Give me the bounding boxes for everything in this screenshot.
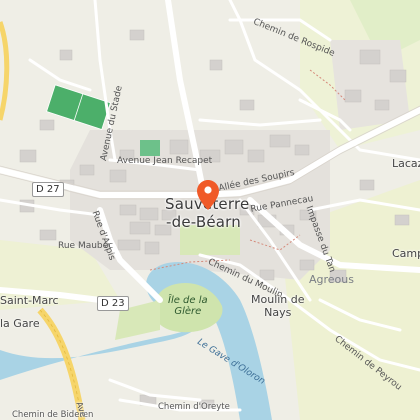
place-label-agreous: Agreous	[309, 273, 354, 286]
place-label-moulin-nays: Moulin de Nays	[251, 293, 305, 319]
road-label-avenue-recapet: Avenue Jean Recapet	[117, 156, 213, 166]
town-label-line2: -de-Béarn	[166, 213, 241, 231]
road-shield-d27: D 27	[32, 182, 64, 197]
location-pin-icon[interactable]	[197, 180, 219, 210]
map-view[interactable]: D 27 D 23 Chemin de Rospide Avenue du St…	[0, 0, 420, 420]
location-pin-dot	[204, 186, 212, 194]
place-label-ile-line2: Glère	[174, 306, 202, 317]
place-label-ile-line1: Île de la	[168, 295, 208, 306]
road-label-rue-maubec: Rue Maubec	[58, 241, 114, 251]
road-label-la-gare: la Gare	[0, 317, 40, 330]
road-shield-d23: D 23	[97, 296, 129, 311]
place-label-ile-glere: Île de la Glère	[168, 295, 208, 317]
place-label-campa: Campa	[392, 247, 420, 260]
place-label-saint-marc: Saint-Marc	[0, 294, 59, 307]
sport-court	[140, 140, 160, 156]
location-marker[interactable]	[197, 180, 219, 210]
road-label-chemin-oreyte: Chemin d'Oreyte	[158, 402, 230, 412]
place-label-moulin-line1: Moulin de	[251, 293, 305, 306]
place-label-moulin-line2: Nays	[264, 306, 292, 320]
place-label-lacaze: Lacaze	[392, 157, 420, 170]
